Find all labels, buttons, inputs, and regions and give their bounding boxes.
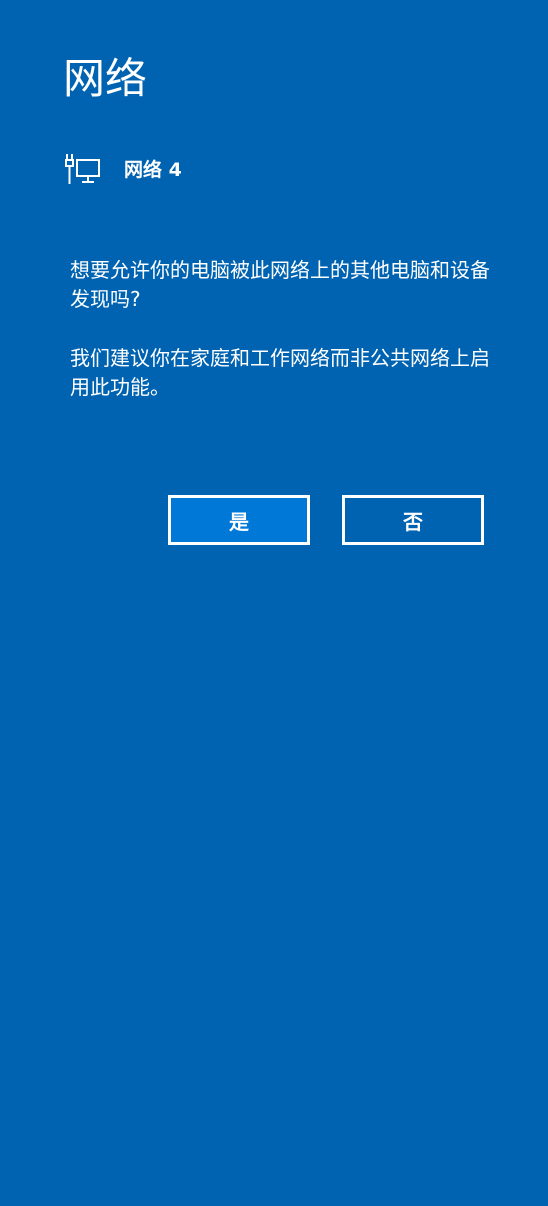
ethernet-network-icon [63, 152, 103, 188]
network-discovery-panel: 网络 网络 4 想要允许你的电脑被此网络上的其他电脑和设备发现吗? 我们建议你在… [0, 0, 548, 1206]
discovery-question: 想要允许你的电脑被此网络上的其他电脑和设备发现吗? [70, 258, 490, 311]
recommendation-text: 我们建议你在家庭和工作网络而非公共网络上启用此功能。 [70, 346, 490, 399]
yes-button[interactable]: 是 [168, 495, 310, 545]
network-row: 网络 4 [63, 150, 182, 190]
no-button[interactable]: 否 [342, 495, 484, 545]
network-name: 网络 4 [124, 159, 182, 181]
panel-title: 网络 [63, 54, 148, 103]
